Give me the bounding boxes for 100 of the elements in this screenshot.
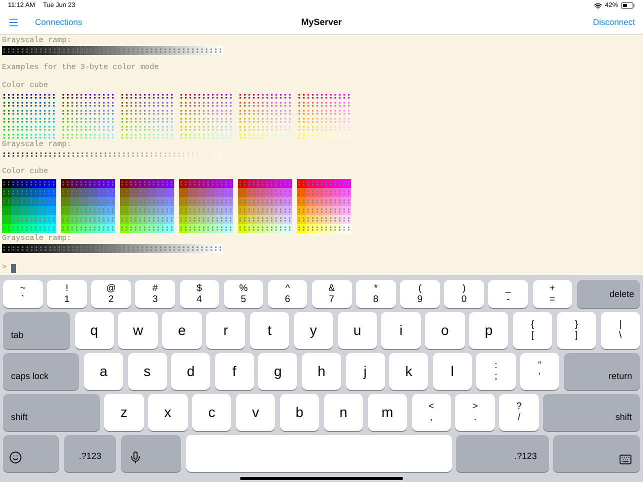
symbol-key[interactable]: ^ 6 xyxy=(268,280,308,308)
key-symbol: 5 xyxy=(240,294,246,305)
emoji-icon xyxy=(9,450,22,464)
key-shift-symbol: : xyxy=(494,360,498,372)
symbol-key[interactable]: : ; xyxy=(476,352,516,390)
symbol-key[interactable]: ( 9 xyxy=(400,280,440,308)
shift-right-key[interactable]: shift xyxy=(543,394,640,431)
symbol-key[interactable]: * 8 xyxy=(356,280,396,308)
emoji-key[interactable] xyxy=(3,434,60,472)
symbol-key[interactable]: ) 0 xyxy=(444,280,484,308)
letter-key[interactable]: b xyxy=(280,394,320,431)
letter-key[interactable]: t xyxy=(250,312,290,349)
letter-key[interactable]: f xyxy=(214,352,254,390)
letter-key[interactable]: m xyxy=(368,394,408,431)
tab-key[interactable]: tab xyxy=(3,312,70,349)
letter-key[interactable]: s xyxy=(128,352,167,390)
key-symbol: 1 xyxy=(64,294,70,305)
key-symbol: , xyxy=(430,412,433,424)
menu-icon[interactable] xyxy=(8,17,19,28)
key-symbol: 0 xyxy=(461,294,467,305)
space-bar[interactable] xyxy=(186,434,452,472)
key-symbol: 4 xyxy=(196,294,202,305)
symbol-key[interactable]: { [ xyxy=(512,312,552,349)
symbol-key[interactable]: ? / xyxy=(499,394,539,431)
letter-key[interactable]: l xyxy=(432,352,472,390)
microphone-icon xyxy=(128,450,142,464)
key-shift-symbol: ” xyxy=(538,360,542,372)
cursor-icon xyxy=(10,264,16,274)
symbol-key[interactable]: $ 4 xyxy=(180,280,220,308)
key-symbol: 2 xyxy=(108,294,114,305)
letter-key[interactable]: x xyxy=(148,394,188,431)
battery-icon xyxy=(621,2,635,10)
key-symbol: ; xyxy=(494,371,498,382)
hide-key[interactable] xyxy=(553,434,640,472)
delete-key[interactable]: delete xyxy=(576,280,640,308)
return-key[interactable]: return xyxy=(564,352,640,390)
key-shift-symbol: < xyxy=(428,401,434,412)
numbers-left-key[interactable]: .?123 xyxy=(64,434,116,472)
letter-key[interactable]: o xyxy=(425,312,465,349)
letter-key[interactable]: h xyxy=(302,352,342,390)
letter-key[interactable]: p xyxy=(469,312,508,349)
key-shift-symbol: | xyxy=(619,319,622,330)
symbol-key[interactable]: @ 2 xyxy=(91,280,131,308)
letter-key[interactable]: q xyxy=(74,312,114,349)
letter-key[interactable]: g xyxy=(258,352,298,390)
symbol-key[interactable]: > . xyxy=(455,394,495,431)
window-title: MyServer xyxy=(301,16,342,29)
key-shift-symbol: # xyxy=(152,282,158,294)
numbers-right-key[interactable]: .?123 xyxy=(456,434,549,472)
letter-key[interactable]: j xyxy=(346,352,385,390)
wifi-icon xyxy=(594,2,602,10)
letter-key[interactable]: u xyxy=(338,312,377,349)
letter-key[interactable]: z xyxy=(104,394,144,431)
key-shift-symbol: ! xyxy=(66,282,68,294)
symbol-key[interactable]: _ - xyxy=(488,280,528,308)
key-symbol: / xyxy=(518,412,520,424)
key-shift-symbol: } xyxy=(574,319,578,330)
key-symbol: 8 xyxy=(373,294,378,305)
key-symbol: = xyxy=(550,294,556,305)
key-symbol: 6 xyxy=(284,294,290,305)
letter-key[interactable]: y xyxy=(294,312,334,349)
key-symbol: 7 xyxy=(329,294,334,305)
key-shift-symbol: * xyxy=(374,282,378,294)
symbol-key[interactable]: < , xyxy=(412,394,451,431)
symbol-key[interactable]: & 7 xyxy=(312,280,352,308)
key-symbol: [ xyxy=(531,330,534,342)
letter-key[interactable]: a xyxy=(84,352,124,390)
key-symbol: \ xyxy=(618,330,622,342)
key-shift-symbol: % xyxy=(239,282,248,294)
mic-key[interactable] xyxy=(120,434,182,472)
key-shift-symbol: ~ xyxy=(20,282,26,294)
letter-key[interactable]: i xyxy=(381,312,421,349)
key-shift-symbol: _ xyxy=(506,282,511,294)
symbol-key[interactable]: # 3 xyxy=(135,280,175,308)
letter-key[interactable]: w xyxy=(118,312,158,349)
key-symbol: 3 xyxy=(152,294,158,305)
symbol-key[interactable]: } ] xyxy=(556,312,596,349)
symbol-key[interactable]: | \ xyxy=(600,312,640,349)
letter-key[interactable]: d xyxy=(171,352,210,390)
symbol-key[interactable]: ~ ` xyxy=(3,280,43,308)
key-symbol: ` xyxy=(21,294,24,305)
symbol-key[interactable]: ” ‘ xyxy=(520,352,560,390)
symbol-key[interactable]: + = xyxy=(532,280,572,308)
shift-left-key[interactable]: shift xyxy=(3,394,100,431)
key-shift-symbol: ) xyxy=(462,282,466,294)
letter-key[interactable]: n xyxy=(324,394,364,431)
key-shift-symbol: ? xyxy=(516,401,522,412)
letter-key[interactable]: k xyxy=(389,352,428,390)
key-shift-symbol: & xyxy=(328,282,335,294)
key-shift-symbol: @ xyxy=(106,282,116,294)
letter-key[interactable]: r xyxy=(206,312,246,349)
key-shift-symbol: ( xyxy=(418,282,422,294)
letter-key[interactable]: c xyxy=(192,394,232,431)
letter-key[interactable]: e xyxy=(162,312,202,349)
symbol-key[interactable]: ! 1 xyxy=(47,280,87,308)
caps-key[interactable]: caps lock xyxy=(3,352,80,390)
key-symbol: ‘ xyxy=(538,371,541,382)
letter-key[interactable]: v xyxy=(236,394,276,431)
keyboard-icon xyxy=(619,452,632,466)
symbol-key[interactable]: % 5 xyxy=(224,280,264,308)
